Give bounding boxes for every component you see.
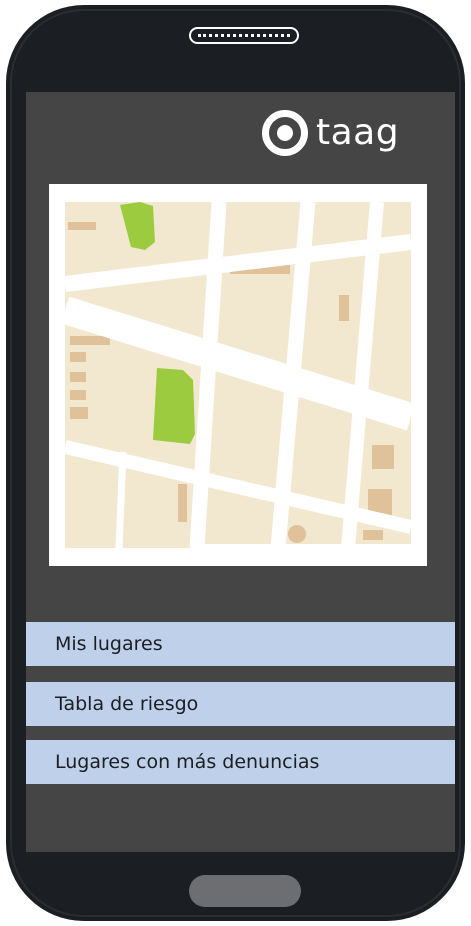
map-view[interactable] [49, 184, 427, 566]
menu-item-label: Mis lugares [55, 633, 163, 655]
park-central [153, 368, 195, 444]
building [70, 352, 86, 362]
building [372, 445, 394, 469]
logo-center-dot [277, 125, 293, 141]
building [68, 222, 96, 230]
building [70, 407, 88, 419]
building [363, 530, 383, 540]
building [339, 295, 349, 321]
menu-item-lugares-con-mas-denuncias[interactable]: Lugares con más denuncias [26, 740, 455, 784]
menu-item-tabla-de-riesgo[interactable]: Tabla de riesgo [26, 682, 455, 726]
building [70, 336, 110, 345]
road [115, 451, 127, 548]
map-illustration[interactable] [65, 202, 411, 548]
phone-screen: taag Mis lugares Tabla de riesgo Lugares… [26, 92, 455, 852]
app-name: taag [316, 112, 400, 153]
building-round [288, 525, 306, 543]
building [178, 484, 187, 522]
building [70, 372, 86, 382]
speaker-grille [198, 34, 290, 37]
app-brand: taag [262, 107, 399, 159]
menu-item-mis-lugares[interactable]: Mis lugares [26, 622, 455, 666]
home-button[interactable] [189, 875, 301, 907]
building [70, 390, 86, 400]
ring-dot-logo-icon [262, 110, 308, 156]
menu-item-label: Tabla de riesgo [55, 693, 199, 715]
menu-item-label: Lugares con más denuncias [55, 751, 320, 773]
earpiece-speaker [189, 27, 299, 44]
